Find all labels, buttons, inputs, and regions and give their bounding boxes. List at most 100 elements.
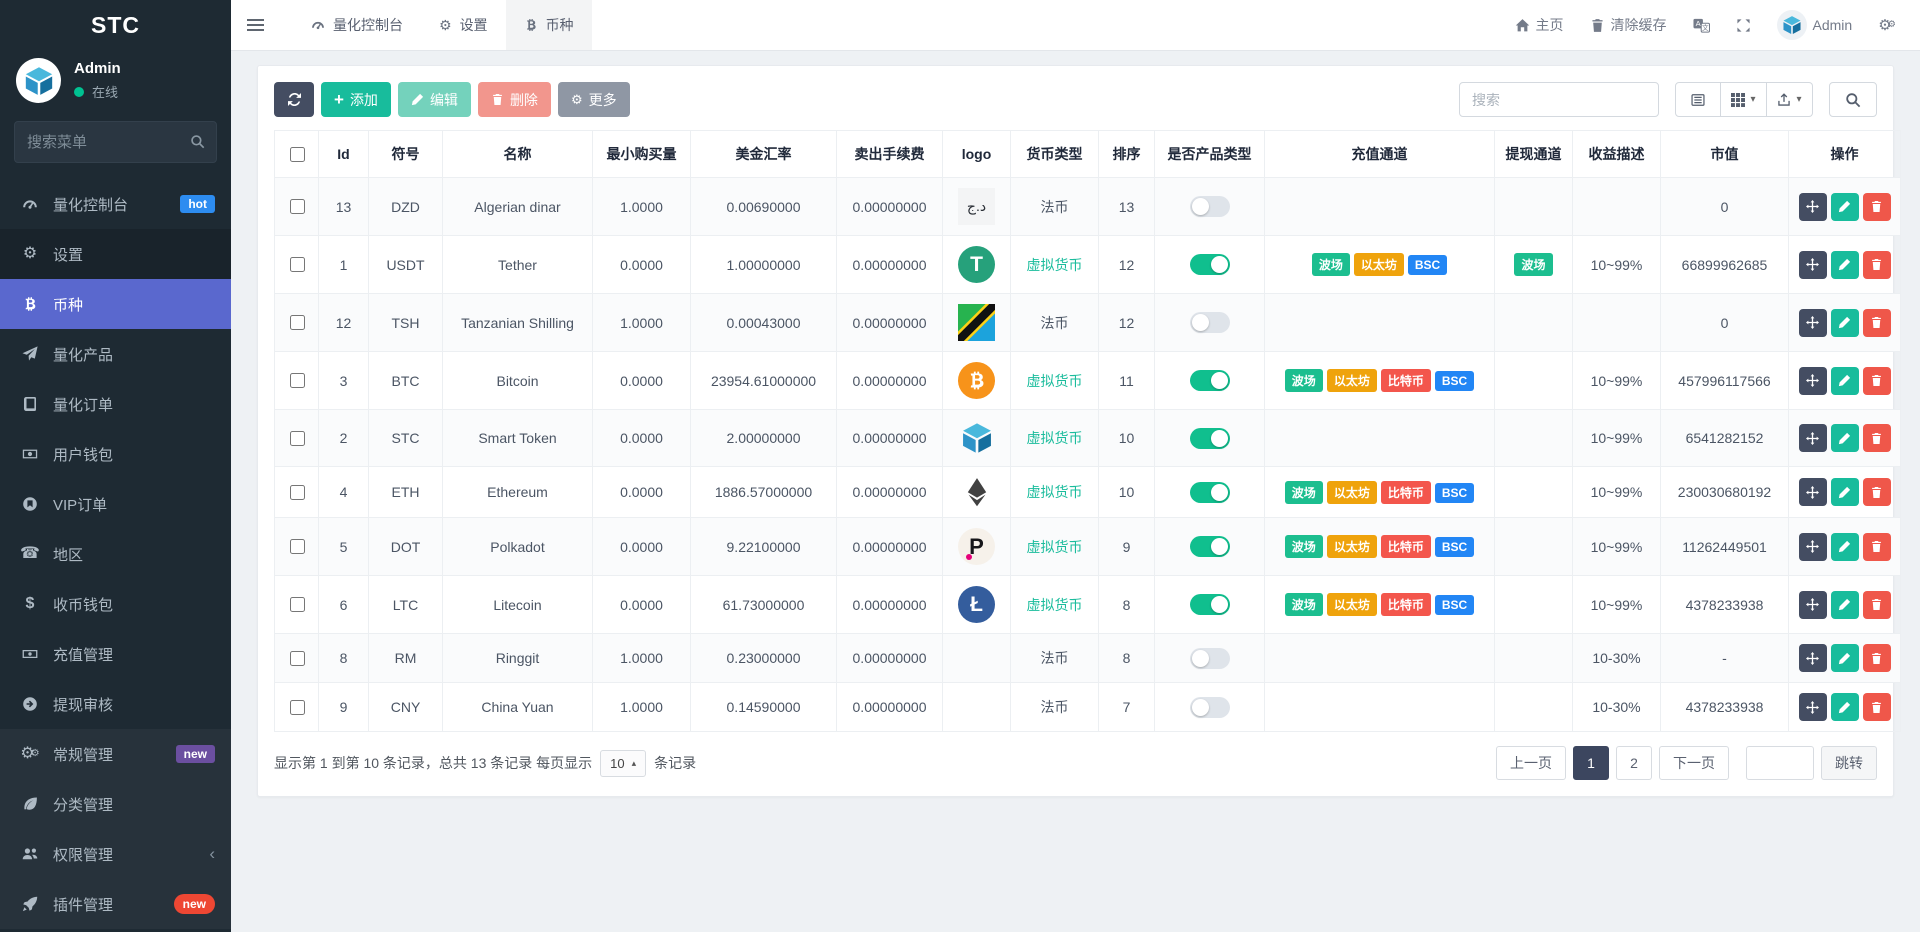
sidebar-item[interactable]: 充值管理 [0,629,231,679]
sidebar-item[interactable]: 用户钱包 [0,429,231,479]
fullscreen-button[interactable] [1736,18,1751,33]
page-number-button[interactable]: 2 [1616,746,1652,780]
sidebar-item[interactable]: 币种 [0,279,231,329]
table-row[interactable]: 2STCSmart Token0.00002.000000000.0000000… [275,410,1901,467]
row-move-button[interactable] [1799,251,1827,279]
admin-menu[interactable]: Admin [1777,10,1853,40]
clear-cache-link[interactable]: 清除缓存 [1590,15,1667,35]
sidebar-item[interactable]: 插件管理new [0,879,231,929]
row-edit-button[interactable] [1831,193,1859,221]
toggle-view-button[interactable] [1675,82,1721,117]
sidebar-item[interactable]: 量化订单 [0,379,231,429]
row-delete-button[interactable] [1863,478,1891,506]
product-type-toggle[interactable] [1190,648,1230,669]
row-edit-button[interactable] [1831,478,1859,506]
row-delete-button[interactable] [1863,693,1891,721]
row-checkbox[interactable] [290,651,305,666]
table-row[interactable]: 9CNYChina Yuan1.00000.145900000.00000000… [275,683,1901,732]
row-edit-button[interactable] [1831,591,1859,619]
row-move-button[interactable] [1799,693,1827,721]
row-checkbox[interactable] [290,431,305,446]
table-row[interactable]: 12TSHTanzanian Shilling1.00000.000430000… [275,294,1901,352]
row-checkbox[interactable] [290,199,305,214]
delete-button[interactable]: 删除 [478,82,551,117]
page-size-select[interactable]: 10 ▴ [600,750,646,777]
edit-button[interactable]: 编辑 [398,82,471,117]
row-delete-button[interactable] [1863,644,1891,672]
sidebar-item[interactable]: 分类管理 [0,779,231,829]
row-edit-button[interactable] [1831,693,1859,721]
row-checkbox[interactable] [290,485,305,500]
product-type-toggle[interactable] [1190,428,1230,449]
row-checkbox[interactable] [290,597,305,612]
table-row[interactable]: 3BTCBitcoin0.000023954.610000000.0000000… [275,352,1901,410]
sidebar-item[interactable]: 提现审核 [0,679,231,729]
product-type-toggle[interactable] [1190,697,1230,718]
row-move-button[interactable] [1799,533,1827,561]
row-checkbox[interactable] [290,315,305,330]
sidebar-item[interactable]: 量化产品 [0,329,231,379]
export-button[interactable]: ▾ [1767,82,1813,117]
hamburger-button[interactable] [231,0,279,50]
sidebar-item[interactable]: 权限管理‹ [0,829,231,879]
nav-tab[interactable]: 量化控制台 [293,0,421,50]
sidebar-item[interactable]: ☎地区 [0,529,231,579]
row-checkbox[interactable] [290,539,305,554]
sidebar-item[interactable]: $收币钱包 [0,579,231,629]
row-edit-button[interactable] [1831,533,1859,561]
row-delete-button[interactable] [1863,424,1891,452]
table-search-input[interactable] [1459,82,1659,117]
product-type-toggle[interactable] [1190,594,1230,615]
language-button[interactable]: A文 [1693,17,1710,34]
row-delete-button[interactable] [1863,251,1891,279]
product-type-toggle[interactable] [1190,254,1230,275]
row-checkbox[interactable] [290,373,305,388]
table-row[interactable]: 8RMRinggit1.00000.230000000.00000000法币81… [275,634,1901,683]
select-all-checkbox[interactable] [290,147,305,162]
table-row[interactable]: 1USDTTether0.00001.000000000.00000000T虚拟… [275,236,1901,294]
row-move-button[interactable] [1799,309,1827,337]
search-button[interactable] [1829,82,1877,117]
row-edit-button[interactable] [1831,309,1859,337]
row-move-button[interactable] [1799,424,1827,452]
product-type-toggle[interactable] [1190,536,1230,557]
row-move-button[interactable] [1799,367,1827,395]
next-page-button[interactable]: 下一页 [1659,746,1729,780]
jump-page-input[interactable] [1746,746,1814,780]
nav-tab[interactable]: 币种 [506,0,592,50]
table-row[interactable]: 4ETHEthereum0.00001886.570000000.0000000… [275,467,1901,518]
add-button[interactable]: + 添加 [321,82,391,117]
row-delete-button[interactable] [1863,309,1891,337]
jump-button[interactable]: 跳转 [1821,746,1877,780]
row-move-button[interactable] [1799,644,1827,672]
product-type-toggle[interactable] [1190,196,1230,217]
row-delete-button[interactable] [1863,367,1891,395]
table-row[interactable]: 6LTCLitecoin0.000061.730000000.00000000Ł… [275,576,1901,634]
product-type-toggle[interactable] [1190,370,1230,391]
table-row[interactable]: 5DOTPolkadot0.00009.221000000.00000000P虚… [275,518,1901,576]
row-move-button[interactable] [1799,193,1827,221]
row-edit-button[interactable] [1831,644,1859,672]
row-edit-button[interactable] [1831,424,1859,452]
row-move-button[interactable] [1799,478,1827,506]
row-delete-button[interactable] [1863,591,1891,619]
row-move-button[interactable] [1799,591,1827,619]
table-row[interactable]: 13DZDAlgerian dinar1.00000.006900000.000… [275,178,1901,236]
nav-tab[interactable]: ⚙设置 [421,0,506,50]
page-number-button[interactable]: 1 [1573,746,1609,780]
sidebar-item[interactable]: VIP订单 [0,479,231,529]
row-delete-button[interactable] [1863,193,1891,221]
row-delete-button[interactable] [1863,533,1891,561]
settings-cogs-button[interactable]: ⚙⚙ [1878,18,1896,33]
row-edit-button[interactable] [1831,251,1859,279]
prev-page-button[interactable]: 上一页 [1496,746,1566,780]
sidebar-item[interactable]: 量化控制台hot [0,179,231,229]
refresh-button[interactable] [274,82,314,117]
row-checkbox[interactable] [290,700,305,715]
menu-search-input[interactable] [14,121,217,163]
sidebar-item[interactable]: ⚙设置 [0,229,231,279]
more-button[interactable]: ⚙ 更多 [558,82,630,117]
home-link[interactable]: 主页 [1515,15,1564,35]
row-checkbox[interactable] [290,257,305,272]
row-edit-button[interactable] [1831,367,1859,395]
